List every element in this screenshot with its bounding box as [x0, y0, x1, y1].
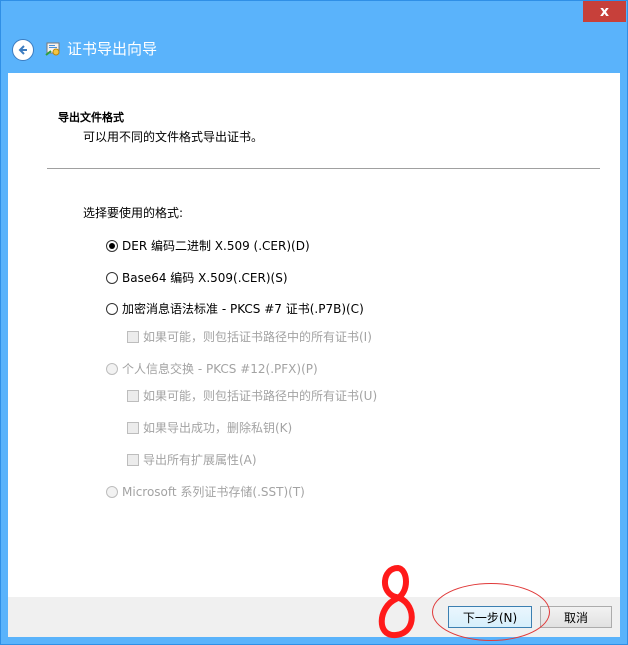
annotation-circle [432, 583, 550, 641]
checkbox-delete-private-key[interactable]: 如果导出成功，删除私钥(K) [127, 419, 292, 436]
option-pkcs12-label: 个人信息交换 - PKCS #12(.PFX)(P) [122, 362, 318, 376]
window-title: 证书导出向导 [67, 40, 158, 58]
checkbox-pkcs7-include-all[interactable]: 如果可能，则包括证书路径中的所有证书(I) [127, 328, 372, 345]
option-sst-label: Microsoft 系列证书存储(.SST)(T) [122, 485, 305, 499]
checkbox-pkcs12-include-all-label: 如果可能，则包括证书路径中的所有证书(U) [143, 389, 378, 403]
header-divider [47, 168, 600, 169]
radio-sst[interactable] [106, 485, 118, 498]
wizard-window: x 证书导出向导 导出文件格式 可以用不同的文件格式导出证书。 选择要使用的格式… [0, 0, 628, 645]
close-button[interactable]: x [583, 1, 626, 22]
option-pkcs7-label: 加密消息语法标准 - PKCS #7 证书(.P7B)(C) [122, 302, 364, 316]
radio-checked-dot [109, 242, 115, 249]
option-base64[interactable]: Base64 编码 X.509(.CER)(S) [106, 269, 288, 286]
back-arrow-icon [18, 45, 27, 55]
wizard-content: 导出文件格式 可以用不同的文件格式导出证书。 选择要使用的格式: DER 编码二… [8, 73, 620, 597]
checkbox-pkcs7-include-all-label: 如果可能，则包括证书路径中的所有证书(I) [143, 330, 372, 344]
checkbox-delete-private-key-label: 如果导出成功，删除私钥(K) [143, 421, 293, 435]
section-subtitle: 可以用不同的文件格式导出证书。 [83, 130, 264, 144]
option-pkcs12[interactable]: 个人信息交换 - PKCS #12(.PFX)(P) [106, 360, 318, 377]
back-button[interactable] [12, 39, 34, 61]
checkbox-export-extended-properties[interactable]: 导出所有扩展属性(A) [127, 451, 257, 468]
certificate-wizard-icon [45, 42, 60, 56]
checkbox-pkcs12-include-all-box[interactable] [127, 389, 139, 402]
checkbox-export-extended-properties-box[interactable] [127, 453, 139, 466]
checkbox-pkcs7-include-all-box[interactable] [127, 330, 139, 343]
option-base64-label: Base64 编码 X.509(.CER)(S) [122, 271, 288, 285]
radio-pkcs7[interactable] [106, 302, 118, 315]
annotation-eight-mark [378, 564, 415, 638]
close-icon: x [599, 3, 610, 20]
section-title: 导出文件格式 [58, 111, 124, 124]
option-sst[interactable]: Microsoft 系列证书存储(.SST)(T) [106, 483, 305, 500]
option-der-label: DER 编码二进制 X.509 (.CER)(D) [122, 239, 310, 253]
radio-base64[interactable] [106, 271, 118, 284]
format-prompt: 选择要使用的格式: [83, 206, 184, 220]
cancel-button[interactable]: 取消 [540, 606, 612, 628]
checkbox-delete-private-key-box[interactable] [127, 421, 139, 434]
option-pkcs7[interactable]: 加密消息语法标准 - PKCS #7 证书(.P7B)(C) [106, 300, 364, 317]
checkbox-export-extended-properties-label: 导出所有扩展属性(A) [143, 453, 257, 467]
radio-der[interactable] [106, 239, 118, 252]
option-der[interactable]: DER 编码二进制 X.509 (.CER)(D) [106, 237, 310, 254]
radio-pkcs12[interactable] [106, 362, 118, 375]
checkbox-pkcs12-include-all[interactable]: 如果可能，则包括证书路径中的所有证书(U) [127, 387, 377, 404]
